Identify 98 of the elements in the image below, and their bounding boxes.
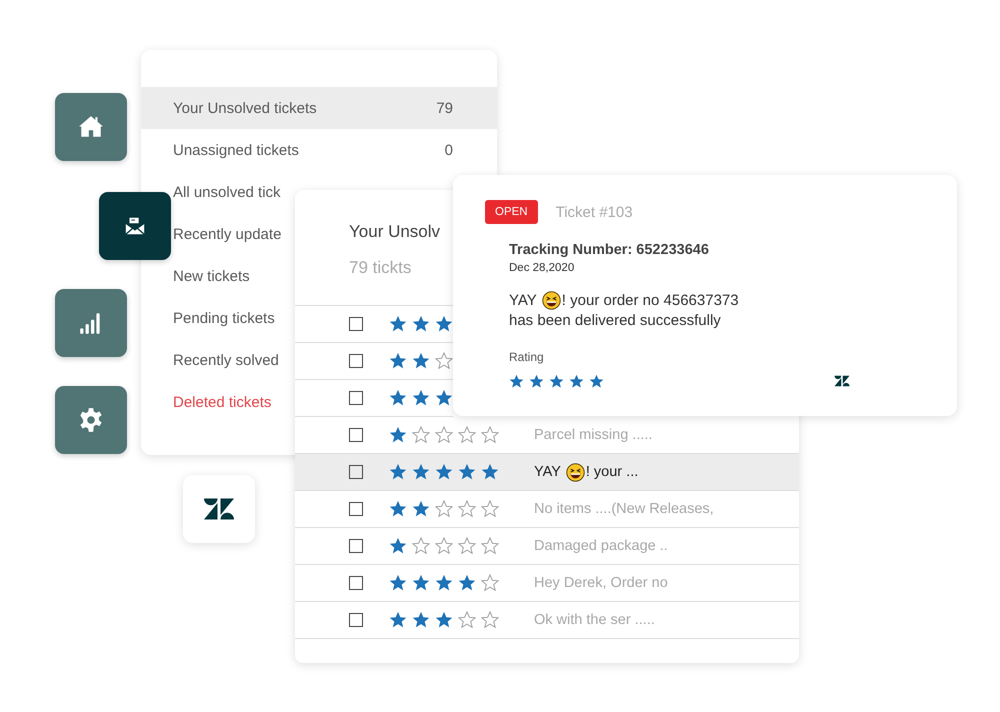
filled-star-icon [435, 463, 453, 481]
view-item[interactable]: Recently update [173, 213, 295, 255]
settings-button[interactable] [55, 386, 127, 454]
view-item[interactable]: All unsolved tick [173, 171, 295, 213]
filled-star-icon [435, 611, 453, 629]
rating-label: Rating [509, 350, 545, 364]
filled-star-icon [458, 463, 476, 481]
empty-star-icon [435, 352, 453, 370]
filled-star-icon [481, 463, 499, 481]
filled-star-icon [412, 389, 430, 407]
empty-star-icon [481, 500, 499, 518]
filled-star-icon [389, 352, 407, 370]
filled-star-icon [412, 611, 430, 629]
view-label: Your Unsolved tickets [173, 100, 317, 116]
ticket-count: 79 tickts [349, 258, 412, 278]
view-label: Unassigned tickets [173, 142, 299, 158]
empty-star-icon [435, 500, 453, 518]
checkbox[interactable] [349, 502, 363, 516]
view-label: Recently update [173, 226, 282, 242]
checkbox[interactable] [349, 428, 363, 442]
checkbox[interactable] [349, 576, 363, 590]
filled-star-icon [389, 389, 407, 407]
home-button[interactable] [55, 93, 127, 161]
empty-star-icon [412, 537, 430, 555]
view-count: 79 [436, 100, 453, 116]
filled-star-icon [458, 574, 476, 592]
view-label: New tickets [173, 268, 250, 284]
filled-star-icon [529, 374, 544, 388]
ticket-preview: Ok with the ser ..... [534, 612, 655, 628]
empty-star-icon [412, 426, 430, 444]
filled-star-icon [389, 500, 407, 518]
checkbox[interactable] [349, 391, 363, 405]
checkbox[interactable] [349, 465, 363, 479]
filled-star-icon [435, 574, 453, 592]
laughing-face-icon [566, 462, 585, 482]
ticket-preview: Damaged package .. [534, 538, 668, 554]
empty-star-icon [435, 426, 453, 444]
ticket-preview: No items ....(New Releases, [534, 501, 714, 517]
message-text: has been delivered successfully [509, 310, 722, 330]
ticket-preview: ! your ... [586, 464, 638, 480]
empty-star-icon [481, 611, 499, 629]
settings-icon [78, 407, 104, 433]
filled-star-icon [389, 315, 407, 333]
checkbox[interactable] [349, 613, 363, 627]
view-count: 0 [444, 142, 453, 158]
filled-star-icon [389, 574, 407, 592]
view-label: Recently solved [173, 352, 279, 368]
empty-star-icon [435, 537, 453, 555]
view-item[interactable]: Pending tickets [173, 297, 295, 339]
filled-star-icon [389, 426, 407, 444]
view-label: All unsolved tick [173, 184, 281, 200]
view-item[interactable]: Your Unsolved tickets 79 [141, 87, 497, 129]
status-badge: OPEN [485, 200, 538, 224]
ticket-preview: Parcel missing ..... [534, 427, 652, 443]
filled-star-icon [435, 389, 453, 407]
ticket-number: Ticket #103 [556, 204, 633, 220]
view-label: Deleted tickets [173, 394, 272, 410]
filled-star-icon [389, 537, 407, 555]
envelope-icon [124, 215, 146, 237]
filled-star-icon [549, 374, 564, 388]
ticket-date: Dec 28,2020 [509, 262, 576, 274]
message-text: ! your order no 456637373 [562, 292, 739, 308]
view-item[interactable]: Deleted tickets [173, 381, 295, 423]
view-label: Pending tickets [173, 310, 275, 326]
empty-star-icon [458, 426, 476, 444]
tracking-number: Tracking Number: 652233646 [509, 242, 710, 258]
list-title: Your Unsolv [349, 222, 440, 242]
filled-star-icon [412, 315, 430, 333]
view-item[interactable]: New tickets [173, 255, 295, 297]
empty-star-icon [458, 537, 476, 555]
checkbox[interactable] [349, 317, 363, 331]
filled-star-icon [412, 352, 430, 370]
mail-button[interactable] [99, 192, 171, 260]
message-start: YAY [509, 292, 537, 308]
laughing-face-icon [542, 290, 561, 310]
filled-star-icon [412, 500, 430, 518]
home-icon [78, 114, 104, 140]
filled-star-icon [412, 574, 430, 592]
filled-star-icon [509, 374, 524, 388]
filled-star-icon [389, 611, 407, 629]
empty-star-icon [481, 426, 499, 444]
reports-button[interactable] [55, 289, 127, 357]
view-item[interactable]: Unassigned tickets 0 [141, 129, 497, 171]
ticket-preview-start: YAY [534, 464, 561, 480]
empty-star-icon [481, 537, 499, 555]
empty-star-icon [481, 574, 499, 592]
ticket-row[interactable]: YAY ! your ... [295, 454, 799, 491]
empty-star-icon [458, 611, 476, 629]
view-item[interactable]: Recently solved [173, 339, 295, 381]
checkbox[interactable] [349, 539, 363, 553]
filled-star-icon [569, 374, 584, 388]
filled-star-icon [589, 374, 604, 388]
filled-star-icon [435, 315, 453, 333]
empty-star-icon [458, 500, 476, 518]
ticket-preview: Hey Derek, Order no [534, 575, 668, 591]
checkbox[interactable] [349, 354, 363, 368]
filled-star-icon [412, 463, 430, 481]
filled-star-icon [389, 463, 407, 481]
